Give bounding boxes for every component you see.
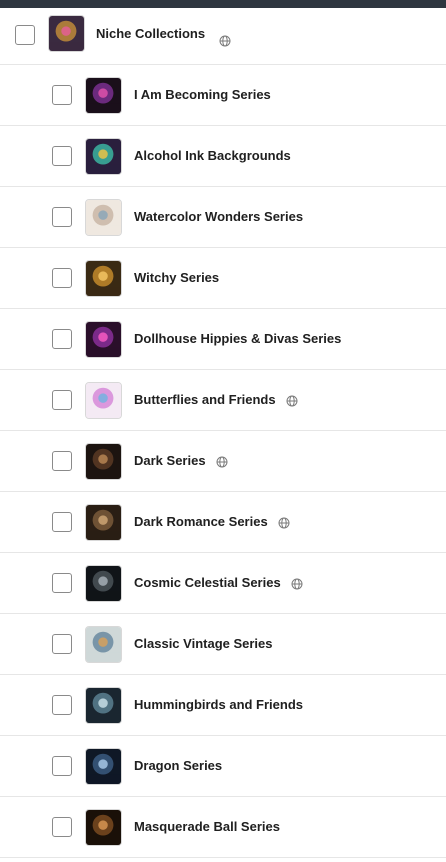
select-checkbox[interactable] [52, 390, 72, 410]
collection-thumbnail [85, 504, 122, 541]
collection-title: Niche Collections [96, 26, 206, 41]
globe-icon [216, 456, 228, 468]
collection-title: Witchy Series [134, 270, 220, 285]
collection-row[interactable]: Dark Series [0, 431, 446, 492]
collection-thumbnail [85, 748, 122, 785]
collection-thumbnail [85, 321, 122, 358]
globe-icon [278, 517, 290, 529]
collection-thumbnail [85, 565, 122, 602]
collection-row[interactable]: Classic Vintage Series [0, 614, 446, 675]
collection-thumbnail [85, 443, 122, 480]
collection-row[interactable]: Witchy Series [0, 248, 446, 309]
collection-title: Dark Series [134, 453, 206, 468]
collection-row[interactable]: Alcohol Ink Backgrounds [0, 126, 446, 187]
select-checkbox[interactable] [52, 268, 72, 288]
select-checkbox[interactable] [52, 695, 72, 715]
select-checkbox[interactable] [52, 756, 72, 776]
collection-title: Alcohol Ink Backgrounds [134, 148, 291, 163]
select-checkbox[interactable] [15, 25, 35, 45]
globe-icon [219, 35, 231, 47]
collection-title: Masquerade Ball Series [134, 819, 280, 834]
globe-icon [286, 395, 298, 407]
collection-title: Cosmic Celestial Series [134, 575, 281, 590]
collection-thumbnail [48, 15, 85, 52]
collection-title: Watercolor Wonders Series [134, 209, 304, 224]
collection-thumbnail [85, 687, 122, 724]
collection-row[interactable]: Dragon Series [0, 736, 446, 797]
select-checkbox[interactable] [52, 634, 72, 654]
select-checkbox[interactable] [52, 451, 72, 471]
collection-row[interactable]: Watercolor Wonders Series [0, 187, 446, 248]
collection-row[interactable]: Butterflies and Friends [0, 370, 446, 431]
collection-row[interactable]: Dollhouse Hippies & Divas Series [0, 309, 446, 370]
collection-title: Dragon Series [134, 758, 223, 773]
collection-row[interactable]: Dark Romance Series [0, 492, 446, 553]
select-checkbox[interactable] [52, 512, 72, 532]
collection-thumbnail [85, 77, 122, 114]
collection-title: Hummingbirds and Friends [134, 697, 304, 712]
collection-thumbnail [85, 199, 122, 236]
collection-row[interactable]: Masquerade Ball Series [0, 797, 446, 858]
globe-icon [291, 578, 303, 590]
collection-thumbnail [85, 138, 122, 175]
collection-title: Dollhouse Hippies & Divas Series [134, 331, 342, 346]
collection-thumbnail [85, 382, 122, 419]
collection-thumbnail [85, 260, 122, 297]
collection-title: Butterflies and Friends [134, 392, 276, 407]
select-checkbox[interactable] [52, 207, 72, 227]
select-checkbox[interactable] [52, 146, 72, 166]
collection-title: I Am Becoming Series [134, 87, 271, 102]
top-bar [0, 0, 446, 8]
select-checkbox[interactable] [52, 329, 72, 349]
select-checkbox[interactable] [52, 85, 72, 105]
collection-row[interactable]: I Am Becoming Series [0, 65, 446, 126]
collection-row[interactable]: Cosmic Celestial Series [0, 553, 446, 614]
collection-row-niche-collections[interactable]: Niche Collections [0, 8, 446, 65]
select-checkbox[interactable] [52, 573, 72, 593]
collection-title: Dark Romance Series [134, 514, 268, 529]
select-checkbox[interactable] [52, 817, 72, 837]
collection-thumbnail [85, 809, 122, 846]
collection-title: Classic Vintage Series [134, 636, 273, 651]
collection-row[interactable]: Hummingbirds and Friends [0, 675, 446, 736]
collection-thumbnail [85, 626, 122, 663]
